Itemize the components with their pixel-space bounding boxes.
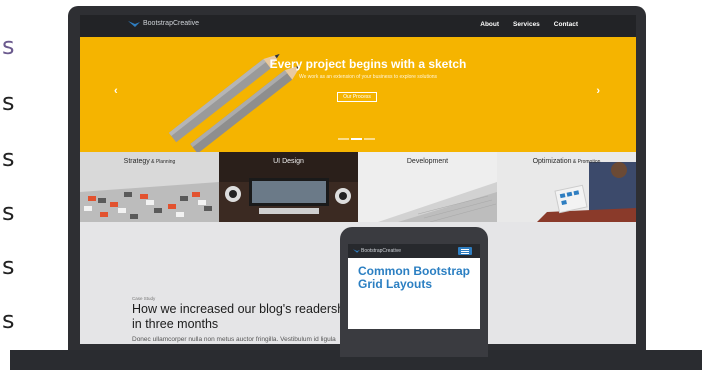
tile-optimization[interactable]: Optimization & Promotion: [497, 152, 636, 222]
hero-carousel: ‹ › Every project begins with a sketch W…: [80, 37, 636, 152]
nav-links: About Services Contact: [480, 21, 578, 28]
side-letter: s: [2, 252, 15, 280]
tile-label-main: Optimization: [532, 158, 572, 165]
tile-label: Strategy & Planning: [80, 158, 219, 165]
tile-label: Optimization & Promotion: [497, 158, 636, 165]
brand-swoosh-icon: [353, 249, 360, 253]
hamburger-menu-icon[interactable]: [458, 247, 472, 255]
carousel-indicator[interactable]: [338, 138, 349, 140]
tile-label-main: UI Design: [273, 158, 304, 165]
our-process-button[interactable]: Our Process: [337, 92, 377, 102]
nav-link-contact[interactable]: Contact: [554, 21, 578, 28]
carousel-next-icon[interactable]: ›: [596, 85, 600, 97]
tile-label: Development: [358, 158, 497, 165]
side-letter: s: [2, 144, 15, 172]
phone-title: Common Bootstrap Grid Layouts: [358, 264, 470, 291]
service-tiles: Strategy & Planning UI Design Developmen…: [80, 152, 636, 222]
phone-navbar: BootstrapCreative: [348, 244, 480, 258]
phone-brand-logo[interactable]: BootstrapCreative: [353, 248, 401, 254]
carousel-prev-icon[interactable]: ‹: [114, 85, 118, 97]
phone-screen: BootstrapCreative Common Bootstrap Grid …: [348, 244, 480, 329]
tile-label-small: & Promotion: [571, 159, 601, 165]
side-letter: s: [2, 306, 15, 334]
tile-label-main: Strategy: [123, 158, 150, 165]
tile-label: UI Design: [219, 158, 358, 165]
tile-development[interactable]: Development: [358, 152, 497, 222]
carousel-indicator[interactable]: [364, 138, 375, 140]
side-letter: s: [2, 32, 15, 60]
nav-link-about[interactable]: About: [480, 21, 499, 28]
tile-label-small: & Planning: [149, 159, 176, 165]
case-study-label: Case Study: [132, 296, 156, 301]
carousel-indicators: [338, 138, 375, 140]
tile-label-main: Development: [406, 158, 449, 165]
hero-title: Every project begins with a sketch: [269, 57, 467, 71]
carousel-indicator-active[interactable]: [351, 138, 362, 140]
brand-swoosh-icon: [128, 20, 140, 27]
nav-link-services[interactable]: Services: [513, 21, 540, 28]
hero-subtitle: We work as an extension of your business…: [298, 74, 438, 80]
tile-strategy[interactable]: Strategy & Planning: [80, 152, 219, 222]
phone-brand-name: BootstrapCreative: [361, 248, 402, 254]
side-letter: s: [2, 88, 15, 116]
brand-logo[interactable]: BootstrapCreative: [128, 20, 199, 27]
side-letter: s: [2, 198, 15, 226]
tile-ui-design[interactable]: UI Design: [219, 152, 358, 222]
brand-name: BootstrapCreative: [143, 20, 200, 27]
navbar: BootstrapCreative About Services Contact: [80, 15, 636, 37]
